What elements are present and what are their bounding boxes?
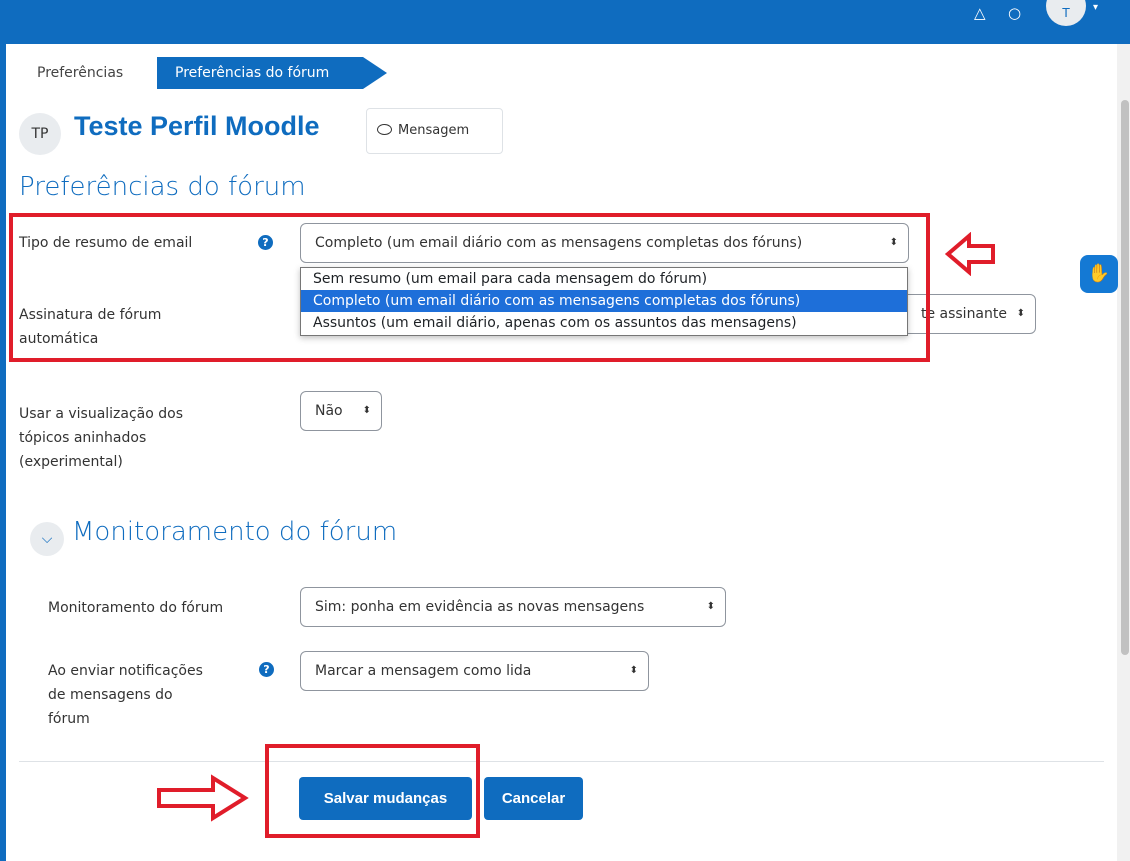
- help-icon[interactable]: ?: [259, 662, 274, 677]
- notifications-label: Ao enviar notificações de mensagens do f…: [48, 663, 203, 727]
- autosubscribe-value: te assinante: [920, 306, 1007, 322]
- tracking-value: Sim: ponha em evidência as novas mensage…: [315, 599, 645, 615]
- breadcrumb-preferences[interactable]: Preferências: [37, 65, 123, 81]
- speech-bubble-icon: [377, 124, 392, 135]
- tracking-label: Monitoramento do fórum: [48, 600, 224, 616]
- user-menu-caret-icon[interactable]: ▾: [1093, 2, 1098, 13]
- collapse-chevron-icon[interactable]: ⌵: [30, 522, 64, 556]
- select-caret-icon: ⬍: [1016, 308, 1025, 319]
- notifications-value: Marcar a mensagem como lida: [315, 663, 532, 679]
- top-navbar: [0, 0, 1130, 44]
- bell-icon[interactable]: △: [974, 6, 986, 21]
- chat-icon[interactable]: ○: [1008, 6, 1021, 21]
- tracking-select[interactable]: Sim: ponha em evidência as novas mensage…: [300, 587, 726, 627]
- tracking-section-title[interactable]: Monitoramento do fórum: [72, 517, 397, 547]
- accessibility-hand-icon[interactable]: ✋: [1080, 255, 1118, 293]
- user-avatar: TP: [19, 113, 61, 155]
- form-divider: [19, 761, 1104, 762]
- threaded-view-value: Não: [315, 403, 343, 419]
- threaded-view-label: Usar a visualização dos tópicos aninhado…: [19, 406, 184, 470]
- user-name-heading[interactable]: Teste Perfil Moodle: [74, 111, 320, 142]
- annotation-arrow-left-icon: [945, 232, 995, 276]
- cancel-button[interactable]: Cancelar: [484, 777, 583, 820]
- scrollbar-thumb[interactable]: [1121, 100, 1129, 655]
- annotation-highlight-box: [265, 744, 480, 838]
- select-caret-icon: ⬍: [362, 405, 371, 416]
- breadcrumb-forum-preferences: Preferências do fórum: [157, 57, 387, 89]
- threaded-view-select[interactable]: Não ⬍: [300, 391, 382, 431]
- notifications-select[interactable]: Marcar a mensagem como lida ⬍: [300, 651, 649, 691]
- annotation-arrow-right-icon: [157, 774, 249, 822]
- select-caret-icon: ⬍: [629, 665, 638, 676]
- select-caret-icon: ⬍: [706, 601, 715, 612]
- left-edge-strip: [0, 0, 6, 861]
- page-title: Preferências do fórum: [19, 172, 306, 202]
- message-button[interactable]: Mensagem: [366, 108, 503, 154]
- annotation-highlight-box: [9, 213, 930, 362]
- message-button-label: Mensagem: [398, 123, 470, 138]
